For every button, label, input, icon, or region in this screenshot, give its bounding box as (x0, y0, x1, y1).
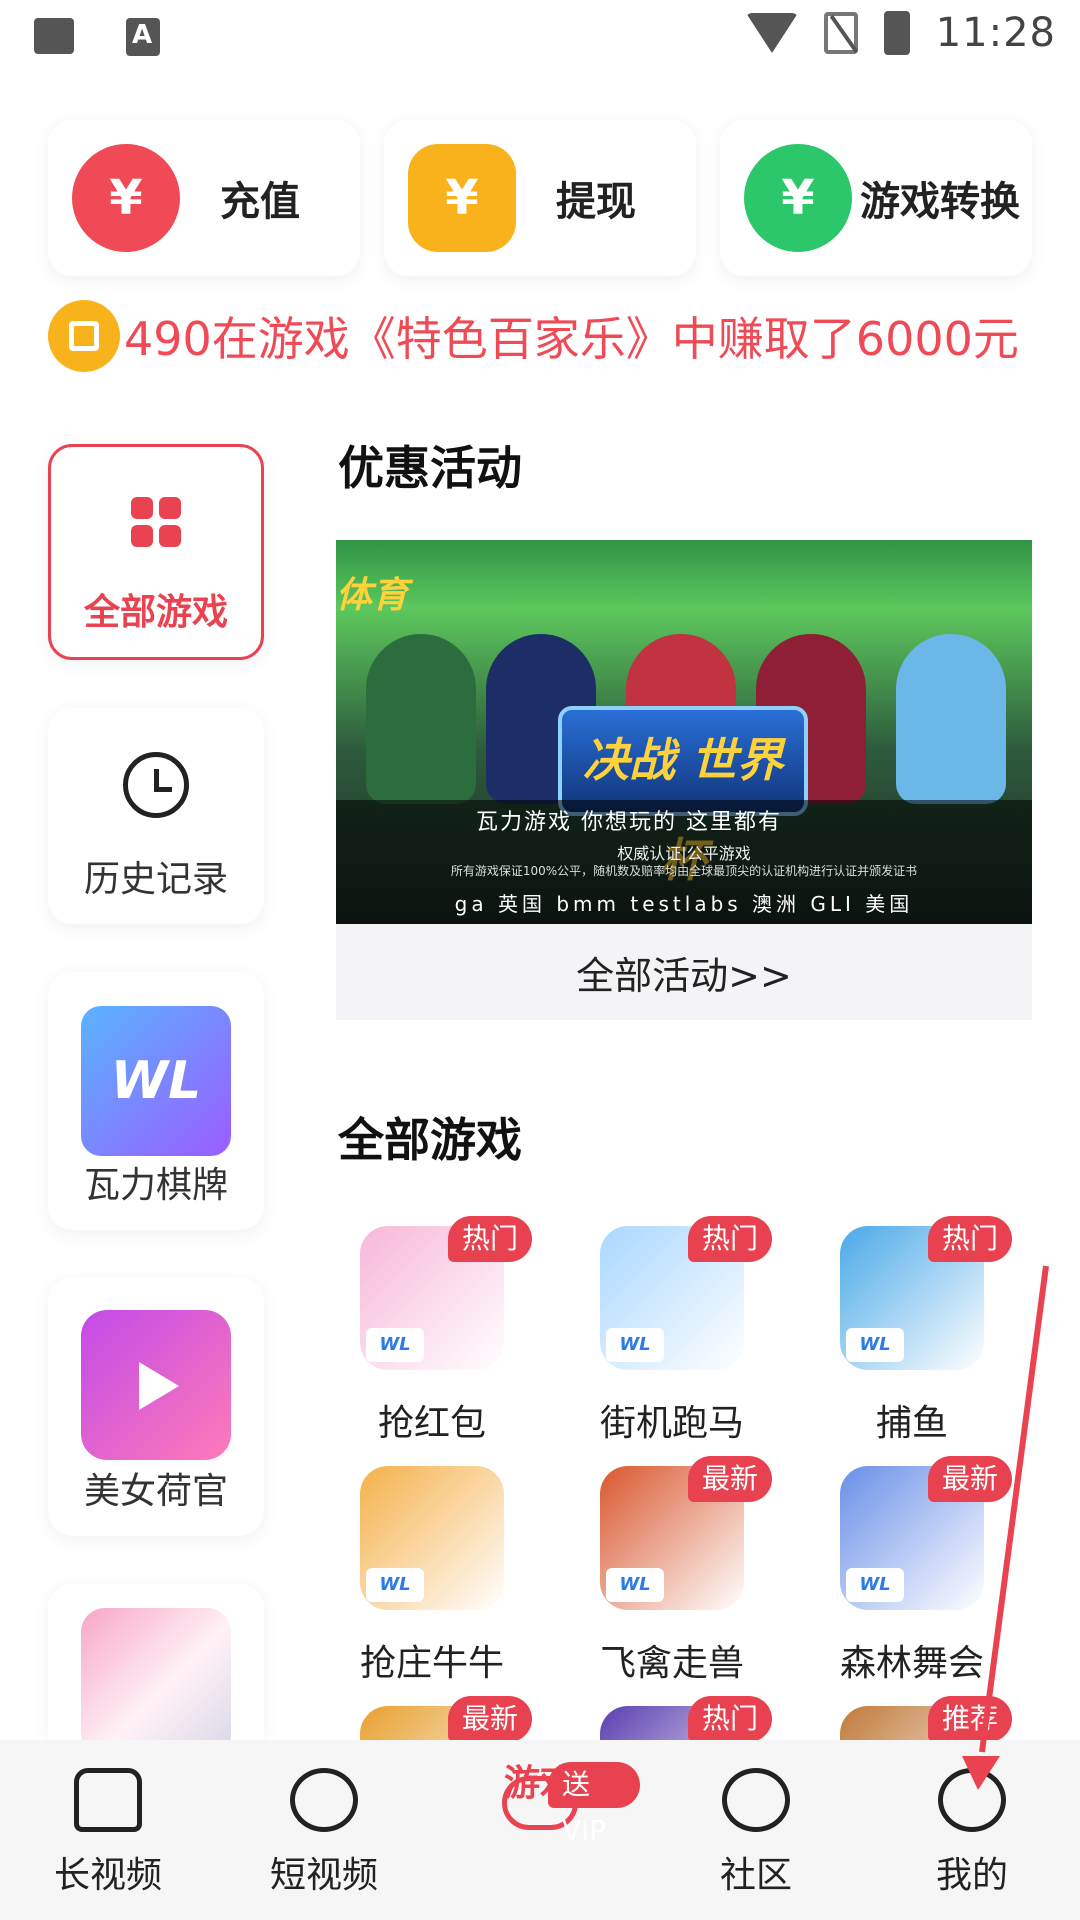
annotation-arrow (962, 1265, 1049, 1790)
